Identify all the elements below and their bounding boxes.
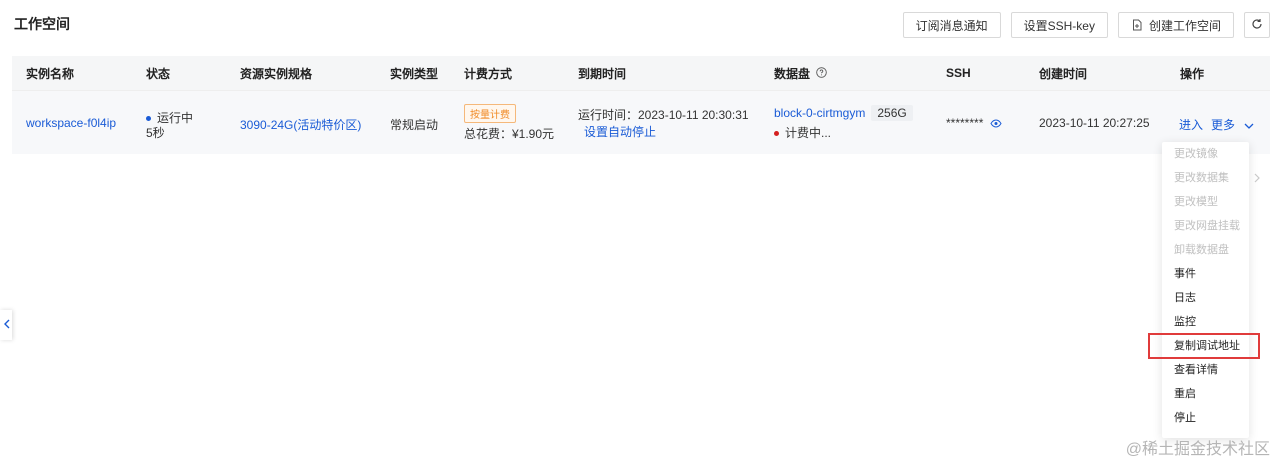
subscribe-notification-button[interactable]: 订阅消息通知	[902, 12, 1001, 38]
toolbar: 订阅消息通知 设置SSH-key 创建工作空间	[902, 12, 1270, 38]
disk-billing-status: 计费中...	[774, 124, 831, 141]
set-ssh-key-button[interactable]: 设置SSH-key	[1010, 12, 1108, 38]
ssh-mask: ********	[946, 116, 984, 130]
table-header: 实例名称 状态 资源实例规格 实例类型 计费方式 到期时间 数据盘 SSH 创建…	[12, 56, 1270, 90]
disk-size-badge: 256G	[871, 105, 913, 121]
created-time: 2023-10-11 20:27:25	[1039, 116, 1150, 130]
data-disk: block-0-cirtmgym 256G	[774, 105, 913, 121]
header-actions: 操作	[1180, 66, 1205, 81]
spec-link[interactable]: 3090-24G(活动特价区)	[240, 116, 361, 133]
chevron-right-icon[interactable]	[1254, 172, 1261, 186]
menu-item-logs[interactable]: 日志	[1174, 290, 1196, 306]
page-title: 工作空间	[14, 16, 70, 32]
menu-item-change-mount: 更改网盘挂载	[1174, 220, 1240, 232]
watermark: @稀土掘金技术社区	[1125, 441, 1270, 458]
status-duration: 5秒	[146, 126, 165, 140]
header-status: 状态	[146, 66, 171, 81]
instance-type: 常规启动	[390, 118, 439, 132]
header-name: 实例名称	[26, 66, 75, 81]
menu-item-change-image: 更改镜像	[1174, 148, 1218, 160]
header-disk-label: 数据盘	[774, 66, 811, 81]
create-workspace-label: 创建工作空间	[1148, 18, 1221, 33]
header-disk: 数据盘	[774, 65, 828, 82]
eye-icon[interactable]	[990, 117, 1002, 131]
running-dot-icon	[146, 116, 151, 122]
header-billing: 计费方式	[464, 66, 513, 81]
table-row: workspace-f0l4ip 运行中 5秒 3090-24G(活动特价区) …	[12, 90, 1270, 154]
enter-link[interactable]: 进入	[1179, 116, 1203, 133]
menu-item-change-model: 更改模型	[1174, 196, 1218, 208]
menu-item-view-details[interactable]: 查看详情	[1174, 362, 1218, 378]
chevron-left-icon	[3, 318, 10, 332]
chevron-down-icon	[1244, 119, 1254, 133]
billing-dot-icon	[774, 131, 779, 137]
header-spec: 资源实例规格	[240, 66, 313, 81]
menu-item-change-dataset: 更改数据集	[1174, 172, 1229, 184]
menu-item-restart[interactable]: 重启	[1174, 386, 1196, 402]
file-add-icon	[1131, 19, 1143, 31]
disk-status-text: 计费中...	[785, 126, 832, 140]
billing-tag: 按量计费	[464, 104, 516, 123]
ssh-password: ********	[946, 116, 1002, 131]
header-expire: 到期时间	[578, 66, 627, 81]
header-ssh: SSH	[946, 66, 971, 80]
menu-item-stop[interactable]: 停止	[1174, 410, 1196, 426]
disk-name-link[interactable]: block-0-cirtmgym	[774, 106, 865, 120]
refresh-icon	[1251, 18, 1263, 33]
help-circle-icon[interactable]	[816, 67, 828, 81]
status-text: 运行中	[157, 111, 194, 125]
sidebar-collapse-toggle[interactable]	[0, 310, 12, 340]
instance-name-link[interactable]: workspace-f0l4ip	[26, 116, 116, 130]
menu-item-events[interactable]: 事件	[1174, 266, 1196, 282]
header-type: 实例类型	[390, 66, 439, 81]
menu-item-unmount-disk: 卸载数据盘	[1174, 244, 1229, 256]
copy-debug-url-highlight	[1148, 333, 1260, 359]
billing-tag-label: 按量计费	[464, 104, 516, 123]
menu-item-monitor[interactable]: 监控	[1174, 314, 1196, 330]
refresh-button[interactable]	[1244, 12, 1270, 38]
workspace-table: 实例名称 状态 资源实例规格 实例类型 计费方式 到期时间 数据盘 SSH 创建…	[12, 56, 1270, 154]
create-workspace-button[interactable]: 创建工作空间	[1117, 12, 1234, 38]
more-label: 更多	[1211, 118, 1236, 132]
more-dropdown-trigger[interactable]: 更多	[1211, 116, 1254, 133]
run-time: 运行时间：2023-10-11 20:30:31	[578, 108, 749, 122]
header-created: 创建时间	[1039, 66, 1088, 81]
total-cost: 总花费：¥1.90元	[464, 127, 555, 141]
more-actions-menu: 更改镜像 更改数据集 更改模型 更改网盘挂载 卸载数据盘 事件 日志 监控 复制…	[1162, 142, 1249, 438]
set-auto-stop-link[interactable]: 设置自动停止	[584, 123, 656, 140]
